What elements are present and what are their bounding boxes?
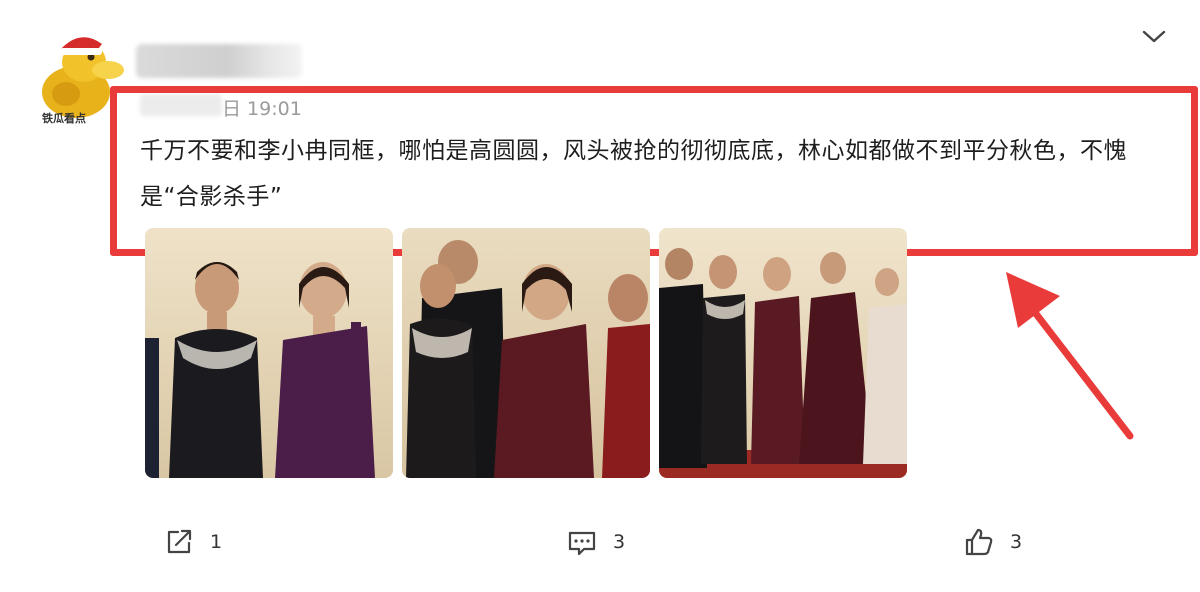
comment-count: 3: [613, 531, 626, 553]
post-photo-1[interactable]: [145, 228, 393, 478]
like-button[interactable]: 3: [962, 524, 1022, 560]
comment-icon: [568, 531, 596, 556]
thumbs-up-icon: [965, 528, 993, 556]
post-photo-2[interactable]: [402, 228, 650, 478]
red-arrow-annotation: [990, 262, 1140, 442]
comment-button[interactable]: 3: [565, 524, 625, 560]
username-blurred[interactable]: [136, 44, 302, 78]
share-button[interactable]: 1: [162, 524, 222, 560]
post-photo-3[interactable]: [659, 228, 907, 478]
weibo-post-card: 铁瓜看点 日 19:01 千万不要和李小冉同框，哪怕是高圆圆，风头被抢的彻彻底底…: [0, 0, 1200, 592]
avatar-caption: 铁瓜看点: [42, 112, 86, 125]
share-icon: [167, 529, 192, 554]
chevron-down-icon[interactable]: [1140, 26, 1168, 48]
share-count: 1: [210, 531, 223, 553]
like-count: 3: [1010, 531, 1023, 553]
